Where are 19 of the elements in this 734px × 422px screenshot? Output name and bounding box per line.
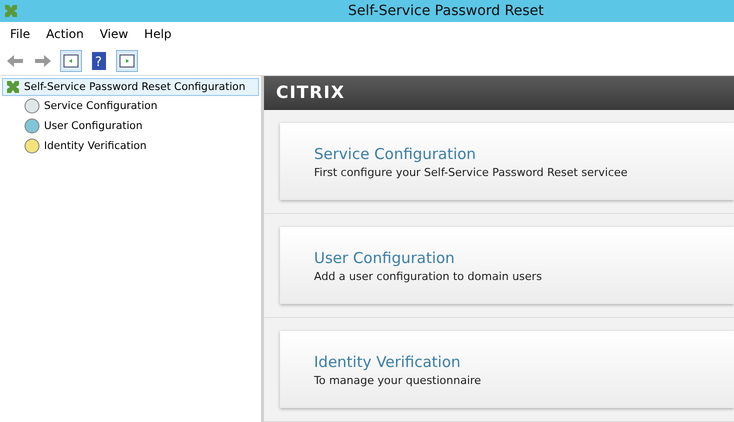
card-title: User Configuration [314, 248, 456, 266]
tree-item[interactable]: User Configuration [20, 116, 259, 136]
menu-item[interactable]: Action [40, 25, 90, 43]
menu-item[interactable]: Help [138, 25, 178, 43]
logo: CITRIX [276, 83, 345, 103]
window-title: Self-Service Password Reset [348, 3, 544, 19]
tree-item[interactable]: Self-Service Password Reset Configuration [2, 78, 259, 96]
card[interactable]: User Configuration Add a user configuration to domain users [280, 227, 734, 304]
menu-item[interactable]: File [4, 25, 36, 43]
card-description: To manage your questionnaire [314, 374, 482, 386]
card-title: Service Configuration [314, 144, 477, 162]
card-title: Identity Verification [314, 352, 462, 370]
card[interactable]: Service Configuration First configure your Self-Service Password Reset servicee [280, 123, 734, 200]
menu-item[interactable]: View [94, 25, 134, 43]
card[interactable]: Identity Verification To manage your questionnaire [280, 331, 734, 408]
tree-item[interactable]: Service Configuration [20, 96, 259, 116]
card-description: First configure your Self-Service Password Reset servicee [314, 166, 629, 178]
card-description: Add a user configuration to domain users [314, 270, 543, 282]
tree-item[interactable]: Identity Verification [20, 136, 259, 156]
